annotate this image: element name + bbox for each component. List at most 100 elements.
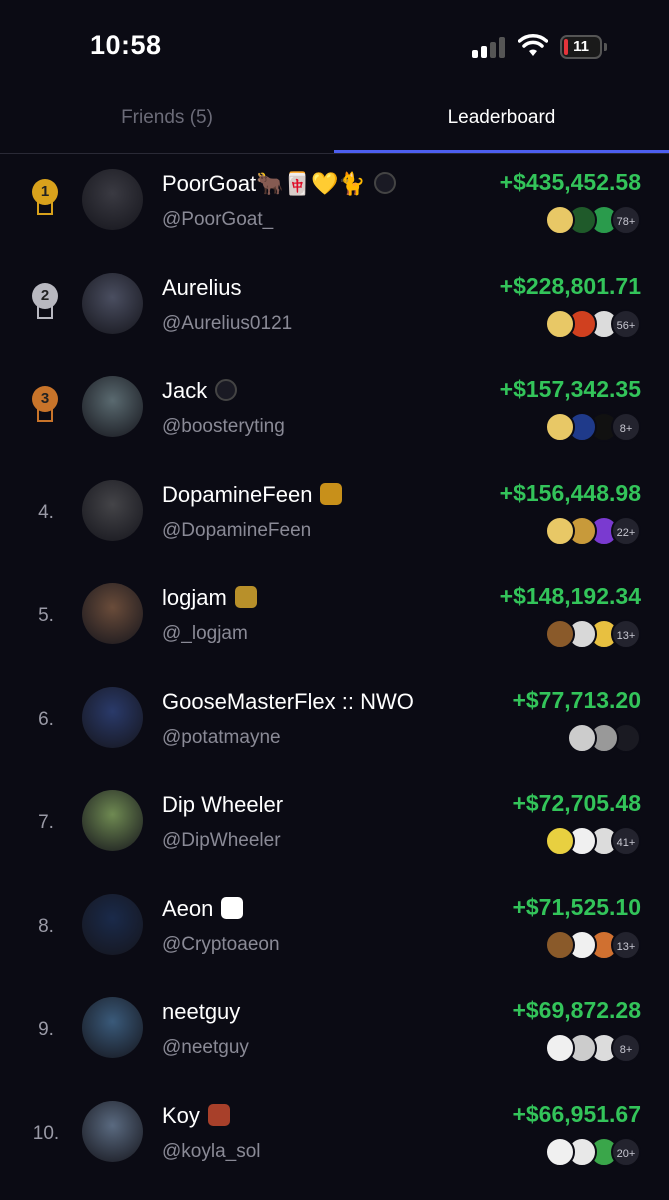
- token-icon: [545, 412, 575, 442]
- silver-medal-icon: 2: [30, 282, 60, 323]
- token-icon: [545, 929, 575, 960]
- pnl-value: +$148,192.34: [499, 583, 641, 609]
- pnl-value: +$77,713.20: [512, 686, 641, 713]
- user-name-text: PoorGoat🐂🀄💛🐈: [162, 171, 366, 196]
- user-name-text: Koy: [162, 1102, 200, 1128]
- bronze-medal-icon: 3: [30, 386, 60, 426]
- user-name[interactable]: neetguy: [162, 999, 240, 1025]
- user-handle: @PoorGoat_: [162, 209, 274, 230]
- user-handle: @koyla_sol: [162, 1140, 261, 1162]
- user-name[interactable]: Jack: [162, 378, 238, 404]
- active-tab-indicator: [334, 150, 669, 153]
- user-handle: @Aurelius0121: [162, 312, 293, 334]
- token-stack[interactable]: 78+: [521, 205, 641, 237]
- rank-number: 7.: [38, 812, 54, 833]
- avatar[interactable]: [82, 790, 143, 851]
- pnl-value: +$69,872.28: [512, 997, 641, 1023]
- more-tokens-badge: 78+: [611, 205, 641, 235]
- user-name-text: DopamineFeen: [162, 481, 313, 507]
- user-handle: @_logjam: [162, 623, 248, 644]
- token-stack[interactable]: [521, 722, 641, 755]
- rank-number: 3: [32, 386, 58, 412]
- more-tokens-badge: 13+: [611, 619, 641, 649]
- leaderboard-row[interactable]: 4. DopamineFeen @DopamineFeen +$156,448.98 2…: [0, 466, 669, 570]
- user-name[interactable]: GooseMasterFlex :: NWO: [162, 689, 414, 715]
- wanted-badge-icon: [207, 1103, 230, 1126]
- avatar[interactable]: [82, 1100, 143, 1162]
- token-stack[interactable]: 13+: [521, 929, 641, 962]
- pnl-value: +$72,705.48: [512, 790, 641, 816]
- leaderboard-list: 1 PoorGoat🐂🀄💛🐈 @PoorGoat_ +$435,452.58 78+ 2 A…: [0, 155, 669, 1190]
- tab-bar: Friends (5) Leaderboard: [0, 90, 669, 154]
- rank-number: 9.: [38, 1019, 54, 1040]
- leaderboard-row[interactable]: 3 Jack @boosteryting +$157,342.35 8+: [0, 362, 669, 466]
- rank-number: 1: [32, 179, 58, 205]
- avatar[interactable]: [82, 583, 143, 644]
- more-tokens-badge: 22+: [611, 515, 641, 546]
- avatar[interactable]: [82, 686, 143, 748]
- more-tokens-badge: 41+: [611, 826, 641, 856]
- user-name[interactable]: PoorGoat🐂🀄💛🐈: [162, 171, 396, 197]
- leaderboard-row[interactable]: 7. Dip Wheeler @DipWheeler +$72,705.48 41+: [0, 776, 669, 880]
- battery-percent: 11: [573, 38, 589, 55]
- token-stack[interactable]: 56+: [521, 308, 641, 341]
- leaderboard-row[interactable]: 5. logjam @_logjam +$148,192.34 13+: [0, 569, 669, 673]
- leaderboard-row[interactable]: 2 Aurelius @Aurelius0121 +$228,801.71 56+: [0, 259, 669, 363]
- pnl-value: +$228,801.71: [499, 272, 641, 299]
- leaderboard-row[interactable]: 1 PoorGoat🐂🀄💛🐈 @PoorGoat_ +$435,452.58 78+: [0, 155, 669, 259]
- leaderboard-row[interactable]: 8. Aeon @Cryptoaeon +$71,525.10 13+: [0, 880, 669, 984]
- eye-badge-icon: [215, 379, 238, 401]
- pnl-value: +$156,448.98: [499, 479, 641, 506]
- avatar[interactable]: [82, 272, 143, 334]
- user-handle: @DipWheeler: [162, 830, 281, 851]
- more-tokens-badge: 56+: [611, 308, 641, 339]
- token-stack[interactable]: 13+: [521, 619, 641, 651]
- rank-number: 6.: [38, 708, 54, 730]
- pnl-value: +$157,342.35: [499, 376, 641, 402]
- user-name-text: logjam: [162, 585, 227, 610]
- tab-friends[interactable]: Friends (5): [0, 90, 334, 154]
- avatar[interactable]: [82, 479, 143, 541]
- rank-number: 5.: [38, 605, 54, 626]
- user-name[interactable]: Dip Wheeler: [162, 792, 283, 818]
- rank-number: 10.: [32, 1122, 60, 1144]
- rank-number: 2: [32, 282, 58, 309]
- user-handle: @boosteryting: [162, 416, 285, 437]
- token-icon: [545, 308, 575, 339]
- leaderboard-row[interactable]: 6. GooseMasterFlex :: NWO @potatmayne +$77,…: [0, 673, 669, 777]
- battery-icon: 11: [560, 35, 602, 59]
- user-name[interactable]: Aurelius: [162, 275, 241, 301]
- user-name[interactable]: Koy: [162, 1103, 230, 1129]
- status-time: 10:58: [90, 30, 162, 60]
- token-stack[interactable]: 8+: [521, 412, 641, 444]
- token-stack[interactable]: 22+: [521, 515, 641, 548]
- more-tokens-badge: 8+: [611, 1033, 641, 1063]
- avatar[interactable]: [82, 169, 143, 230]
- eye-badge-icon: [373, 172, 396, 194]
- user-name-text: Jack: [162, 378, 208, 403]
- leaderboard-row[interactable]: 10. Koy @koyla_sol +$66,951.67 20+: [0, 1087, 669, 1191]
- avatar[interactable]: [82, 893, 143, 955]
- gold-medal-icon: 1: [30, 179, 60, 219]
- user-name-text: Aurelius: [162, 274, 242, 300]
- user-name[interactable]: Aeon: [162, 896, 244, 922]
- user-name-text: GooseMasterFlex :: NWO: [162, 688, 414, 714]
- avatar[interactable]: [82, 376, 143, 437]
- wifi-icon: [518, 34, 548, 56]
- pnl-value: +$71,525.10: [512, 893, 641, 920]
- user-name-text: neetguy: [162, 999, 241, 1024]
- tab-leaderboard[interactable]: Leaderboard: [334, 90, 669, 154]
- user-name-text: Dip Wheeler: [162, 792, 284, 817]
- token-stack[interactable]: 41+: [521, 826, 641, 858]
- token-stack[interactable]: 8+: [521, 1033, 641, 1065]
- rank-number: 8.: [38, 915, 54, 937]
- more-tokens-badge: 8+: [611, 412, 641, 442]
- leaderboard-row[interactable]: 9. neetguy @neetguy +$69,872.28 8+: [0, 983, 669, 1087]
- user-name[interactable]: DopamineFeen: [162, 481, 343, 508]
- pnl-value: +$66,951.67: [512, 1100, 641, 1127]
- avatar[interactable]: [82, 997, 143, 1058]
- battery-tip: [604, 43, 607, 51]
- user-name[interactable]: logjam: [162, 585, 257, 611]
- token-stack[interactable]: 20+: [521, 1136, 641, 1169]
- token-icon: [545, 619, 575, 649]
